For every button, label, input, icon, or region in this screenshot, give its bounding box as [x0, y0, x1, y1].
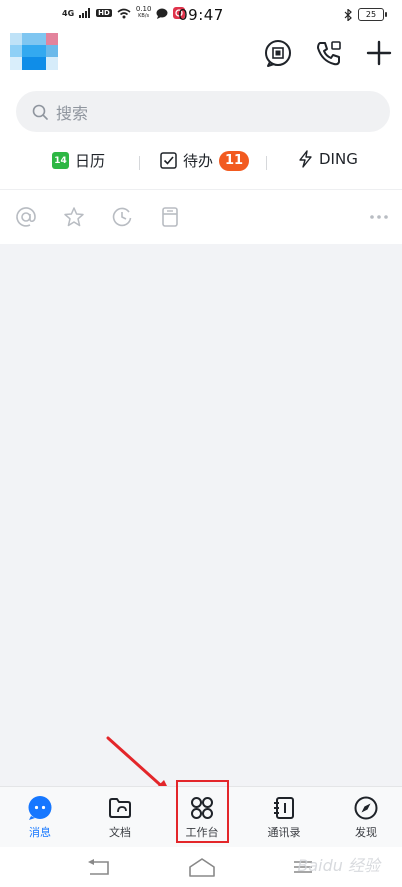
- phone-call-icon[interactable]: [314, 38, 344, 68]
- message-bubble-icon: [28, 796, 52, 820]
- message-list: [0, 244, 402, 786]
- bluetooth-icon: [344, 8, 352, 21]
- separator: [139, 156, 140, 170]
- top-panel: 4G HD 0.10 KB/s 09:47 25 搜索 14 日历 待办 11 …: [0, 0, 402, 244]
- search-bar[interactable]: 搜索: [16, 91, 390, 132]
- back-icon[interactable]: [86, 859, 112, 877]
- todo-count-badge: 11: [219, 150, 250, 171]
- more-icon[interactable]: [368, 206, 390, 228]
- archive-icon[interactable]: [159, 206, 181, 228]
- nav-docs-label: 文档: [109, 826, 131, 839]
- battery-indicator: 25: [358, 8, 387, 21]
- lightning-icon: [299, 150, 312, 168]
- todo-button[interactable]: 待办 11: [160, 150, 250, 171]
- nav-messages[interactable]: 消息: [0, 787, 80, 847]
- annotation-highlight-box: [176, 780, 229, 843]
- watermark: Baidu 经验: [297, 856, 380, 875]
- filter-bar: [0, 200, 402, 236]
- plus-icon[interactable]: [364, 38, 394, 68]
- todo-label: 待办: [183, 152, 214, 170]
- divider: [0, 189, 402, 190]
- calendar-icon: 14: [52, 152, 69, 169]
- search-icon: [32, 104, 48, 120]
- compass-icon: [354, 796, 378, 820]
- nav-discover-label: 发现: [355, 826, 377, 839]
- ding-label: DING: [319, 150, 358, 168]
- folder-icon: [109, 798, 131, 818]
- avatar[interactable]: [10, 33, 60, 71]
- nav-messages-label: 消息: [29, 826, 51, 839]
- star-icon[interactable]: [63, 206, 85, 228]
- clock: 09:47: [178, 6, 224, 24]
- nav-discover[interactable]: 发现: [326, 787, 402, 847]
- ding-button[interactable]: DING: [298, 150, 358, 168]
- at-mention-icon[interactable]: [15, 206, 37, 228]
- quick-actions: 14 日历 待办 11 DING: [0, 148, 402, 176]
- status-right: 25: [344, 8, 387, 21]
- nav-contacts[interactable]: 通讯录: [244, 787, 324, 847]
- separator: [266, 156, 267, 170]
- calendar-label: 日历: [75, 152, 106, 170]
- search-placeholder: 搜索: [56, 103, 89, 123]
- calendar-button[interactable]: 14 日历: [52, 150, 105, 171]
- checkbox-icon: [160, 152, 177, 169]
- nav-docs[interactable]: 文档: [80, 787, 160, 847]
- clock-icon[interactable]: [111, 206, 133, 228]
- home-icon[interactable]: [188, 857, 216, 877]
- scan-chat-icon[interactable]: [263, 38, 293, 68]
- status-bar: 4G HD 0.10 KB/s 09:47 25: [0, 0, 402, 30]
- nav-contacts-label: 通讯录: [267, 826, 301, 839]
- contacts-book-icon: [274, 797, 294, 819]
